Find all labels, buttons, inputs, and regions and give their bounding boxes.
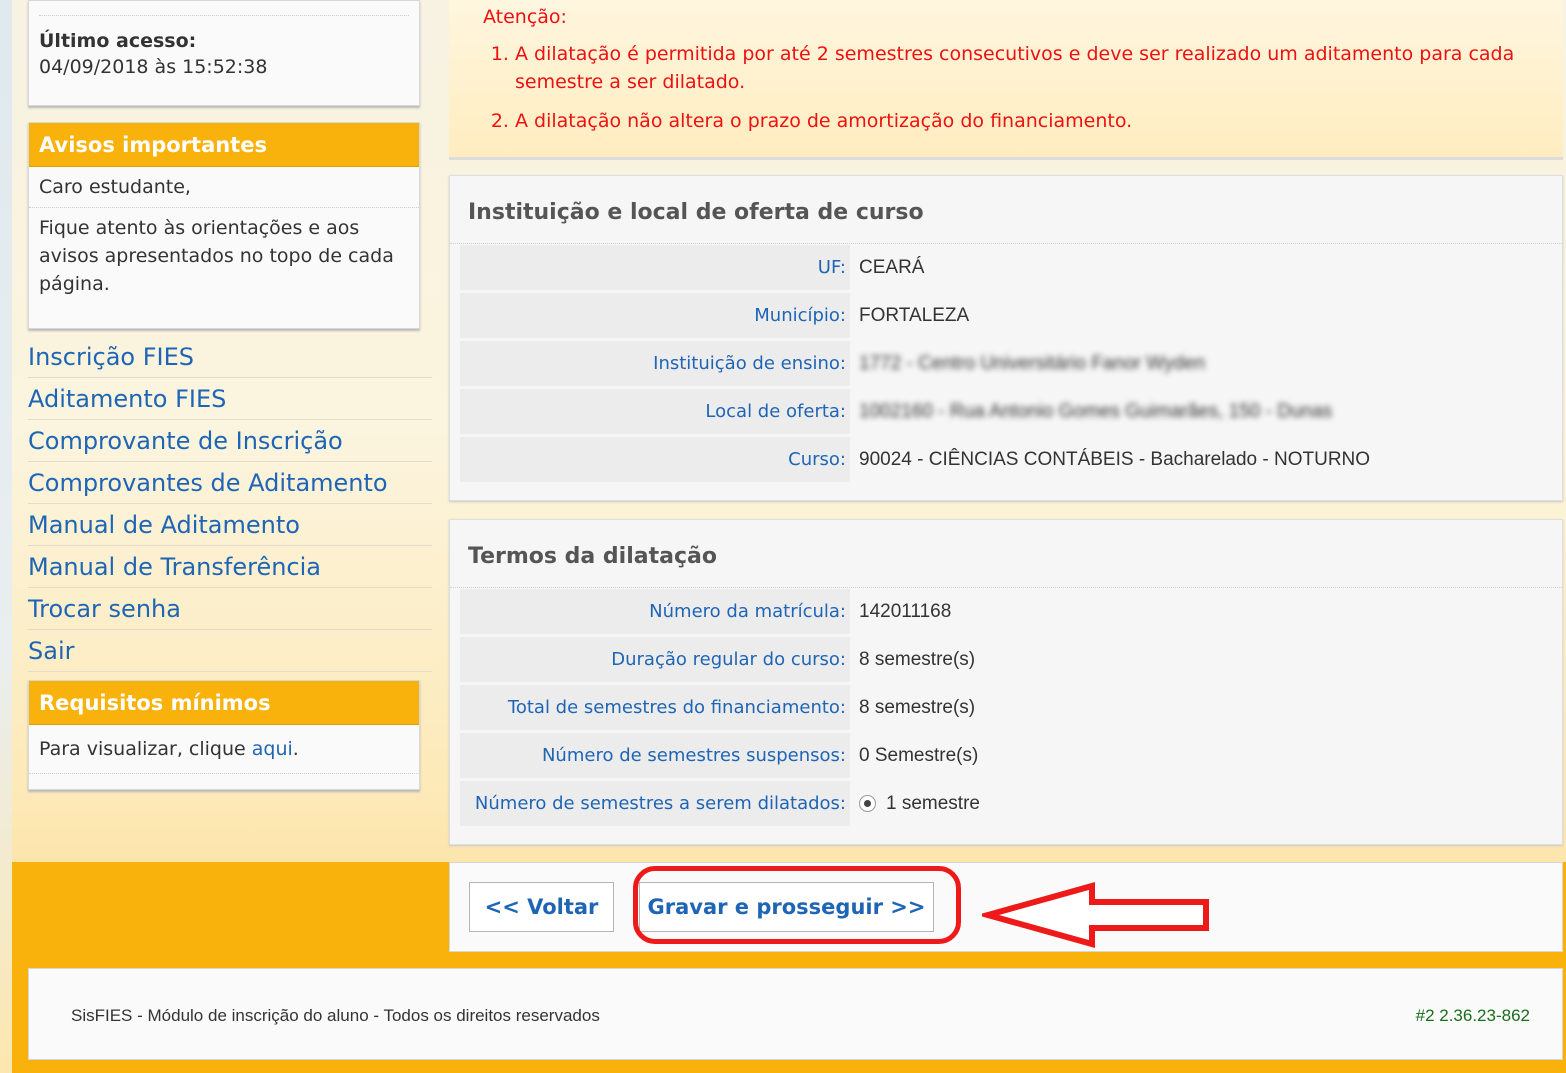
field-value: CEARÁ <box>859 257 925 278</box>
annotation-arrow-icon <box>982 882 1209 948</box>
sidebar-nav: Inscrição FIES Aditamento FIES Comprovan… <box>28 336 432 672</box>
last-access-box: Último acesso: 04/09/2018 às 15:52:38 <box>28 0 420 106</box>
field-label: Total de semestres do financiamento: <box>460 685 850 730</box>
footer-version: #2 2.36.23-862 <box>1415 1006 1530 1025</box>
radio-option[interactable]: 1 semestre <box>859 781 980 826</box>
field-row-local-oferta: Local de oferta: 1002160 - Rua Antonio G… <box>460 388 1554 436</box>
field-label: Instituição de ensino: <box>460 341 850 386</box>
field-label: Duração regular do curso: <box>460 637 850 682</box>
field-label: Número de semestres suspensos: <box>460 733 850 778</box>
left-background-strip <box>0 0 12 1073</box>
requisitos-box: Requisitos mínimos Para visualizar, cliq… <box>28 680 420 790</box>
nav-item-inscricao-fies[interactable]: Inscrição FIES <box>28 336 432 378</box>
requisitos-title: Requisitos mínimos <box>29 681 419 725</box>
field-label: Curso: <box>460 437 850 482</box>
requisitos-text: Para visualizar, clique aqui. <box>29 725 419 774</box>
field-value-redacted: 1772 - Centro Universitário Fanor Wyden <box>859 353 1206 374</box>
nav-item-comprovante-inscricao[interactable]: Comprovante de Inscrição <box>28 420 432 462</box>
field-value: 90024 - CIÊNCIAS CONTÁBEIS - Bacharelado… <box>859 449 1371 470</box>
field-value: 142011168 <box>859 601 952 622</box>
terms-title: Termos da dilatação <box>450 520 1562 588</box>
nav-item-comprovantes-aditamento[interactable]: Comprovantes de Aditamento <box>28 462 432 504</box>
divider <box>39 15 409 16</box>
avisos-message: Fique atento às orientações e aos avisos… <box>29 207 419 304</box>
avisos-title: Avisos importantes <box>29 123 419 167</box>
requisitos-suffix: . <box>292 738 299 760</box>
attention-alert: Atenção: A dilatação é permitida por até… <box>449 0 1563 160</box>
field-label: Local de oferta: <box>460 389 850 434</box>
field-value-redacted: 1002160 - Rua Antonio Gomes Guimarães, 1… <box>859 401 1333 422</box>
nav-item-manual-aditamento[interactable]: Manual de Aditamento <box>28 504 432 546</box>
footer-copyright: SisFIES - Módulo de inscrição do aluno -… <box>71 1006 600 1025</box>
radio-selected-icon[interactable] <box>859 795 876 812</box>
field-row-suspensos: Número de semestres suspensos: 0 Semestr… <box>460 732 1554 780</box>
field-value: 0 Semestre(s) <box>859 745 979 766</box>
field-label: Número de semestres a serem dilatados: <box>460 781 850 826</box>
field-label: Município: <box>460 293 850 338</box>
field-row-instituicao: Instituição de ensino: 1772 - Centro Uni… <box>460 340 1554 388</box>
field-row-curso: Curso: 90024 - CIÊNCIAS CONTÁBEIS - Bach… <box>460 436 1554 484</box>
requisitos-prefix: Para visualizar, clique <box>39 738 252 760</box>
nav-item-aditamento-fies[interactable]: Aditamento FIES <box>28 378 432 420</box>
field-value: 8 semestre(s) <box>859 649 976 670</box>
radio-label: 1 semestre <box>886 793 980 814</box>
requisitos-link[interactable]: aqui <box>252 738 293 760</box>
alert-title: Atenção: <box>483 6 567 28</box>
field-row-total-semestres: Total de semestres do financiamento: 8 s… <box>460 684 1554 732</box>
avisos-box: Avisos importantes Caro estudante, Fique… <box>28 122 420 329</box>
footer: SisFIES - Módulo de inscrição do aluno -… <box>28 968 1563 1060</box>
field-row-dilatados: Número de semestres a serem dilatados: 1… <box>460 780 1554 828</box>
field-row-municipio: Município: FORTALEZA <box>460 292 1554 340</box>
terms-panel: Termos da dilatação Número da matrícula:… <box>449 519 1563 845</box>
field-row-matricula: Número da matrícula: 142011168 <box>460 588 1554 636</box>
nav-item-trocar-senha[interactable]: Trocar senha <box>28 588 432 630</box>
nav-item-manual-transferencia[interactable]: Manual de Transferência <box>28 546 432 588</box>
annotation-highlight-oval <box>633 866 961 944</box>
institution-title: Instituição e local de oferta de curso <box>450 176 1562 244</box>
avisos-greeting: Caro estudante, <box>39 176 191 198</box>
field-value: 8 semestre(s) <box>859 697 976 718</box>
alert-item: A dilatação é permitida por até 2 semest… <box>515 40 1563 96</box>
alert-list: A dilatação é permitida por até 2 semest… <box>483 40 1563 135</box>
last-access-label: Último acesso: <box>39 30 197 52</box>
field-value: FORTALEZA <box>859 305 970 326</box>
field-row-uf: UF: CEARÁ <box>460 244 1554 292</box>
alert-item: A dilatação não altera o prazo de amorti… <box>515 107 1563 135</box>
nav-item-sair[interactable]: Sair <box>28 630 432 672</box>
institution-panel: Instituição e local de oferta de curso U… <box>449 175 1563 501</box>
back-button[interactable]: << Voltar <box>469 882 614 932</box>
field-row-duracao: Duração regular do curso: 8 semestre(s) <box>460 636 1554 684</box>
field-label: UF: <box>460 245 850 290</box>
last-access-value: 04/09/2018 às 15:52:38 <box>39 56 268 78</box>
field-label: Número da matrícula: <box>460 589 850 634</box>
